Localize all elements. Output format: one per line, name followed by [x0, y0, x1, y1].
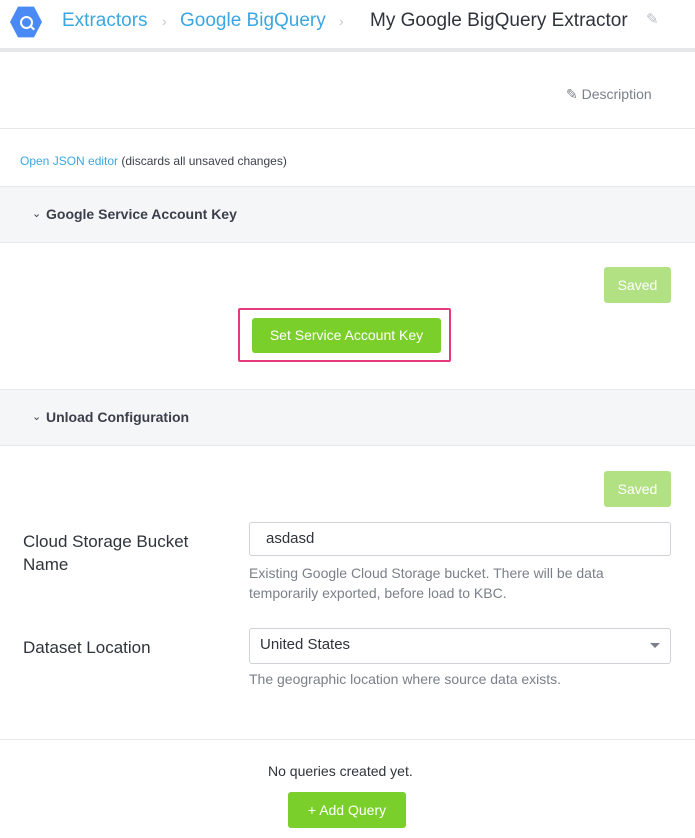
set-service-account-key-button[interactable]: Set Service Account Key [252, 318, 441, 353]
edit-title-pencil-icon[interactable]: ✎ [646, 10, 659, 28]
dataset-location-value: United States [260, 636, 351, 653]
add-query-label: Add Query [319, 802, 387, 818]
bucket-name-input[interactable]: asdasd [249, 522, 671, 556]
pencil-icon: ✎ [566, 86, 578, 102]
open-json-editor-link[interactable]: Open JSON editor [20, 154, 118, 168]
breadcrumb-extractors[interactable]: Extractors [62, 10, 148, 32]
no-queries-text: No queries created yet. [268, 763, 413, 779]
app-header: Extractors › Google BigQuery › My Google… [0, 0, 695, 52]
bigquery-logo-icon [10, 6, 42, 38]
chevron-down-icon: ⌄ [32, 411, 42, 423]
caret-down-icon [650, 643, 660, 648]
dataset-location-help: The geographic location where source dat… [249, 671, 562, 687]
section-title-service-account: Google Service Account Key [46, 206, 237, 222]
divider [0, 739, 695, 740]
dataset-location-select[interactable]: United States [249, 628, 671, 664]
description-row: ✎ Description [0, 52, 695, 129]
description-link-label: Description [581, 86, 652, 102]
section-header-unload[interactable]: ⌄ Unload Configuration [0, 389, 695, 446]
breadcrumb-google-bigquery[interactable]: Google BigQuery [180, 10, 326, 32]
chevron-down-icon: ⌄ [32, 208, 42, 220]
plus-icon: + [307, 802, 317, 818]
section-header-service-account[interactable]: ⌄ Google Service Account Key [0, 186, 695, 243]
section-title-unload: Unload Configuration [46, 409, 190, 425]
breadcrumb-separator-icon: › [339, 13, 344, 29]
json-editor-line: Open JSON editor (discards all unsaved c… [20, 154, 287, 168]
bucket-name-value: asdasd [266, 530, 315, 547]
bucket-name-label: Cloud Storage Bucket Name [23, 532, 189, 574]
saved-button-service-account[interactable]: Saved [604, 267, 671, 303]
dataset-location-label: Dataset Location [23, 638, 151, 657]
saved-button-unload[interactable]: Saved [604, 471, 671, 507]
page-title: My Google BigQuery Extractor [370, 10, 628, 31]
bucket-name-help: Existing Google Cloud Storage bucket. Th… [249, 565, 604, 601]
breadcrumb-separator-icon: › [162, 13, 167, 29]
description-link[interactable]: ✎ Description [566, 86, 652, 103]
add-query-button[interactable]: + Add Query [288, 792, 406, 828]
json-editor-note: (discards all unsaved changes) [121, 154, 287, 168]
